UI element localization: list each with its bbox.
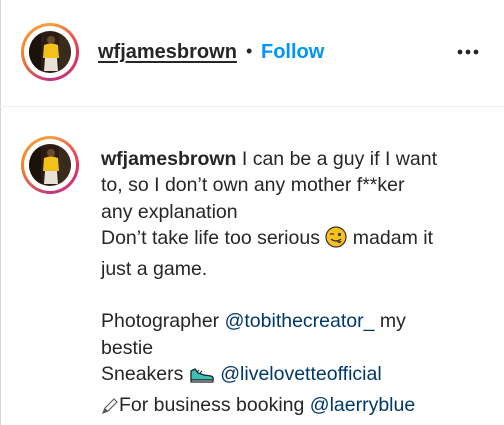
winking-face-with-tongue-emoji xyxy=(325,226,347,255)
caption-text: For business booking xyxy=(119,393,310,416)
mention-link[interactable]: @laerryblue xyxy=(310,394,415,416)
separator-dot: • xyxy=(246,41,253,61)
caption-text: Photographer xyxy=(101,310,225,333)
caption-line-8: Sneakers @livelovetteofficial xyxy=(101,361,491,391)
avatar-photo xyxy=(29,31,71,73)
pen-emoji xyxy=(101,396,119,422)
more-options-icon[interactable] xyxy=(455,40,481,64)
caption-text: madam it xyxy=(347,227,433,250)
instagram-post: wfjamesbrown • Follow wfjamesbrown I can… xyxy=(0,0,504,425)
caption-line-7: bestie xyxy=(101,336,154,359)
caption-line-6: Photographer @tobithecreator_ my xyxy=(101,308,491,334)
mention-link[interactable]: @tobithecreator_ xyxy=(225,310,375,332)
caption-line-5: just a game. xyxy=(101,257,208,280)
caption-username[interactable]: wfjamesbrown xyxy=(101,148,236,170)
post-caption: wfjamesbrown I can be a guy if I want to… xyxy=(101,146,491,422)
caption-text: Sneakers xyxy=(101,363,189,386)
caption-avatar[interactable] xyxy=(21,136,79,194)
avatar[interactable] xyxy=(21,23,79,81)
post-header: wfjamesbrown • Follow xyxy=(0,0,504,107)
caption-text: Don’t take life too serious xyxy=(101,227,320,250)
sneaker-emoji xyxy=(189,364,215,391)
header-username[interactable]: wfjamesbrown xyxy=(98,41,237,64)
caption-line-1: wfjamesbrown I can be a guy if I want xyxy=(101,146,491,172)
mention-link[interactable]: @livelovetteofficial xyxy=(220,363,381,385)
caption-text: I can be a guy if I want xyxy=(236,148,437,170)
follow-button[interactable]: Follow xyxy=(261,41,324,64)
caption-line-9: For business booking @laerryblue xyxy=(101,392,491,422)
caption-avatar-photo xyxy=(29,144,71,186)
caption-line-3: any explanation xyxy=(101,200,238,223)
caption-line-2: to, so I don’t own any mother f**ker xyxy=(101,174,405,197)
caption-line-4: Don’t take life too serious madam it xyxy=(101,225,491,255)
caption-text: my xyxy=(374,310,406,333)
